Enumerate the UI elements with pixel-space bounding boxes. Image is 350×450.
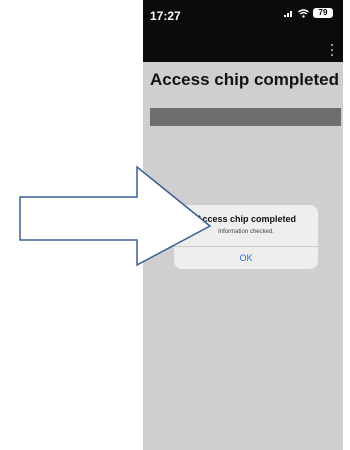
screenshot-stage: 17:27 79 Access chip completed Access ch…: [0, 0, 350, 450]
annotation-arrow-icon: [19, 165, 212, 267]
